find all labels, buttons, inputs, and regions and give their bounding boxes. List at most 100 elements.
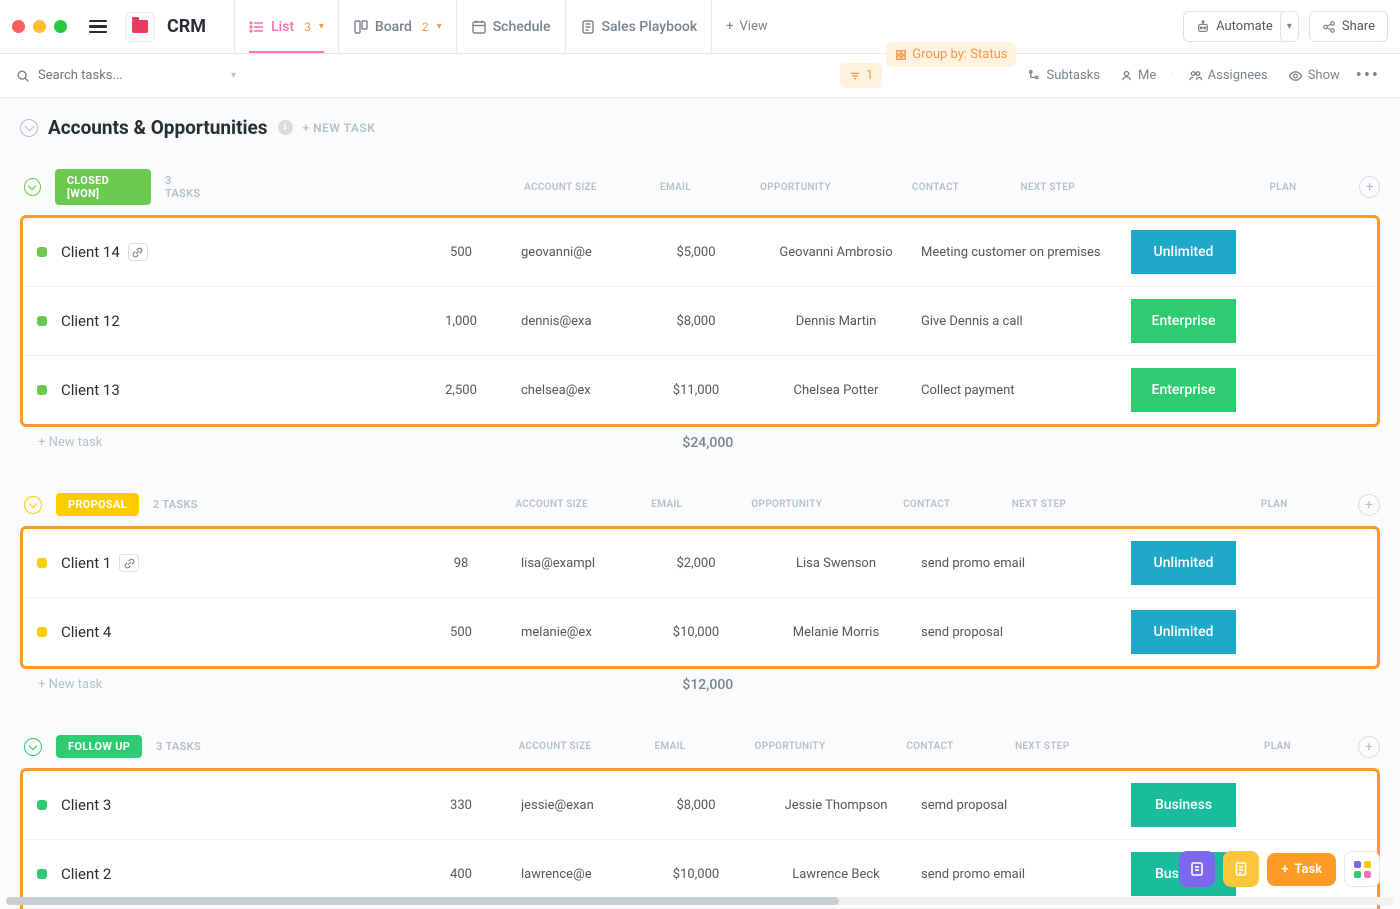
- status-pill[interactable]: PROPOSAL: [56, 493, 139, 516]
- cell-account-size[interactable]: 500: [401, 625, 521, 640]
- group-collapse[interactable]: [24, 178, 41, 196]
- task-name[interactable]: Client 4: [61, 623, 401, 641]
- cell-contact[interactable]: Lisa Swenson: [761, 556, 911, 571]
- tab-playbook[interactable]: Sales Playbook: [565, 0, 712, 53]
- col-email[interactable]: EMAIL: [620, 182, 730, 193]
- task-name[interactable]: Client 13: [61, 381, 401, 399]
- cell-contact[interactable]: Dennis Martin: [761, 314, 911, 329]
- close-window[interactable]: [12, 20, 25, 33]
- status-square[interactable]: [37, 247, 47, 257]
- cell-email[interactable]: dennis@exa: [521, 314, 631, 329]
- col-opportunity[interactable]: OPPORTUNITY: [725, 741, 855, 752]
- col-contact[interactable]: CONTACT: [860, 182, 1010, 193]
- col-account-size[interactable]: ACCOUNT SIZE: [492, 499, 612, 510]
- cell-contact[interactable]: Lawrence Beck: [761, 867, 911, 882]
- cell-opportunity[interactable]: $11,000: [631, 383, 761, 398]
- collapse-list[interactable]: [20, 119, 38, 137]
- task-name[interactable]: Client 3: [61, 796, 401, 814]
- task-row[interactable]: Client 1 98 lisa@exampl $2,000 Lisa Swen…: [23, 529, 1377, 598]
- show-button[interactable]: Show: [1280, 63, 1348, 88]
- tab-add-view[interactable]: + View: [711, 0, 782, 53]
- cell-email[interactable]: lisa@exampl: [521, 556, 631, 571]
- cell-account-size[interactable]: 1,000: [401, 314, 521, 329]
- groupby-button[interactable]: Group by: Status: [886, 42, 1016, 67]
- task-row[interactable]: Client 14 500 geovanni@e $5,000 Geovanni…: [23, 218, 1377, 287]
- task-row[interactable]: Client 12 1,000 dennis@exa $8,000 Dennis…: [23, 287, 1377, 356]
- new-task-row[interactable]: + New task: [38, 435, 102, 451]
- col-contact[interactable]: CONTACT: [852, 499, 1002, 510]
- me-button[interactable]: Me: [1112, 63, 1164, 88]
- maximize-window[interactable]: [54, 20, 67, 33]
- col-next-step[interactable]: NEXT STEP: [1005, 741, 1225, 752]
- cell-opportunity[interactable]: $8,000: [631, 314, 761, 329]
- cell-contact[interactable]: Chelsea Potter: [761, 383, 911, 398]
- fab-task[interactable]: +Task: [1267, 853, 1336, 886]
- share-button[interactable]: Share: [1309, 11, 1388, 42]
- add-column[interactable]: +: [1358, 494, 1380, 516]
- cell-account-size[interactable]: 500: [401, 245, 521, 260]
- col-account-size[interactable]: ACCOUNT SIZE: [500, 182, 620, 193]
- task-name[interactable]: Client 14: [61, 243, 401, 261]
- tab-list[interactable]: List 3 ▾: [234, 0, 338, 53]
- task-row[interactable]: Client 4 500 melanie@ex $10,000 Melanie …: [23, 598, 1377, 666]
- col-email[interactable]: EMAIL: [615, 741, 725, 752]
- more-button[interactable]: •••: [1352, 65, 1384, 86]
- cell-contact[interactable]: Melanie Morris: [761, 625, 911, 640]
- add-column[interactable]: +: [1358, 736, 1380, 758]
- status-square[interactable]: [37, 558, 47, 568]
- cell-account-size[interactable]: 2,500: [401, 383, 521, 398]
- cell-next-step[interactable]: Collect payment: [911, 383, 1131, 398]
- status-pill[interactable]: FOLLOW UP: [56, 735, 142, 758]
- breadcrumb-title[interactable]: CRM: [167, 16, 206, 37]
- col-plan[interactable]: PLAN: [1225, 741, 1330, 752]
- filter-button[interactable]: 1: [840, 63, 882, 88]
- cell-email[interactable]: melanie@ex: [521, 625, 631, 640]
- link-icon[interactable]: [119, 554, 139, 572]
- cell-next-step[interactable]: Give Dennis a call: [911, 314, 1131, 329]
- cell-plan[interactable]: Enterprise: [1131, 299, 1236, 343]
- task-row[interactable]: Client 3 330 jessie@exan $8,000 Jessie T…: [23, 771, 1377, 840]
- link-icon[interactable]: [128, 243, 148, 261]
- cell-opportunity[interactable]: $10,000: [631, 625, 761, 640]
- scroll-thumb[interactable]: [6, 897, 839, 905]
- status-square[interactable]: [37, 869, 47, 879]
- cell-email[interactable]: lawrence@e: [521, 867, 631, 882]
- fab-doc[interactable]: [1223, 851, 1259, 887]
- status-square[interactable]: [37, 385, 47, 395]
- cell-account-size[interactable]: 330: [401, 798, 521, 813]
- task-row[interactable]: Client 13 2,500 chelsea@ex $11,000 Chels…: [23, 356, 1377, 424]
- new-task-row[interactable]: + New task: [38, 677, 102, 693]
- cell-opportunity[interactable]: $5,000: [631, 245, 761, 260]
- group-collapse[interactable]: [24, 496, 42, 514]
- search-input[interactable]: [38, 68, 198, 83]
- col-email[interactable]: EMAIL: [612, 499, 722, 510]
- col-account-size[interactable]: ACCOUNT SIZE: [495, 741, 615, 752]
- group-collapse[interactable]: [24, 738, 42, 756]
- tab-board[interactable]: Board 2 ▾: [338, 0, 456, 53]
- search-box[interactable]: ▾: [16, 68, 236, 83]
- col-next-step[interactable]: NEXT STEP: [1010, 182, 1230, 193]
- cell-next-step[interactable]: send promo email: [911, 867, 1131, 882]
- col-opportunity[interactable]: OPPORTUNITY: [730, 182, 860, 193]
- cell-email[interactable]: chelsea@ex: [521, 383, 631, 398]
- automate-button[interactable]: Automate: [1183, 11, 1286, 42]
- col-opportunity[interactable]: OPPORTUNITY: [722, 499, 852, 510]
- folder-button[interactable]: [125, 12, 155, 42]
- cell-email[interactable]: jessie@exan: [521, 798, 631, 813]
- scroll-track[interactable]: [6, 897, 1394, 905]
- cell-plan[interactable]: Business: [1131, 783, 1236, 827]
- fab-apps[interactable]: [1344, 851, 1380, 887]
- cell-next-step[interactable]: send proposal: [911, 625, 1131, 640]
- cell-contact[interactable]: Geovanni Ambrosio: [761, 245, 911, 260]
- cell-plan[interactable]: Unlimited: [1131, 230, 1236, 274]
- cell-plan[interactable]: Unlimited: [1131, 610, 1236, 654]
- cell-next-step[interactable]: Meeting customer on premises: [911, 245, 1131, 260]
- task-name[interactable]: Client 12: [61, 312, 401, 330]
- assignees-button[interactable]: Assignees: [1180, 63, 1276, 88]
- cell-plan[interactable]: Unlimited: [1131, 541, 1236, 585]
- subtasks-button[interactable]: Subtasks: [1020, 63, 1108, 88]
- col-contact[interactable]: CONTACT: [855, 741, 1005, 752]
- col-next-step[interactable]: NEXT STEP: [1002, 499, 1222, 510]
- col-plan[interactable]: PLAN: [1230, 182, 1335, 193]
- cell-account-size[interactable]: 98: [401, 556, 521, 571]
